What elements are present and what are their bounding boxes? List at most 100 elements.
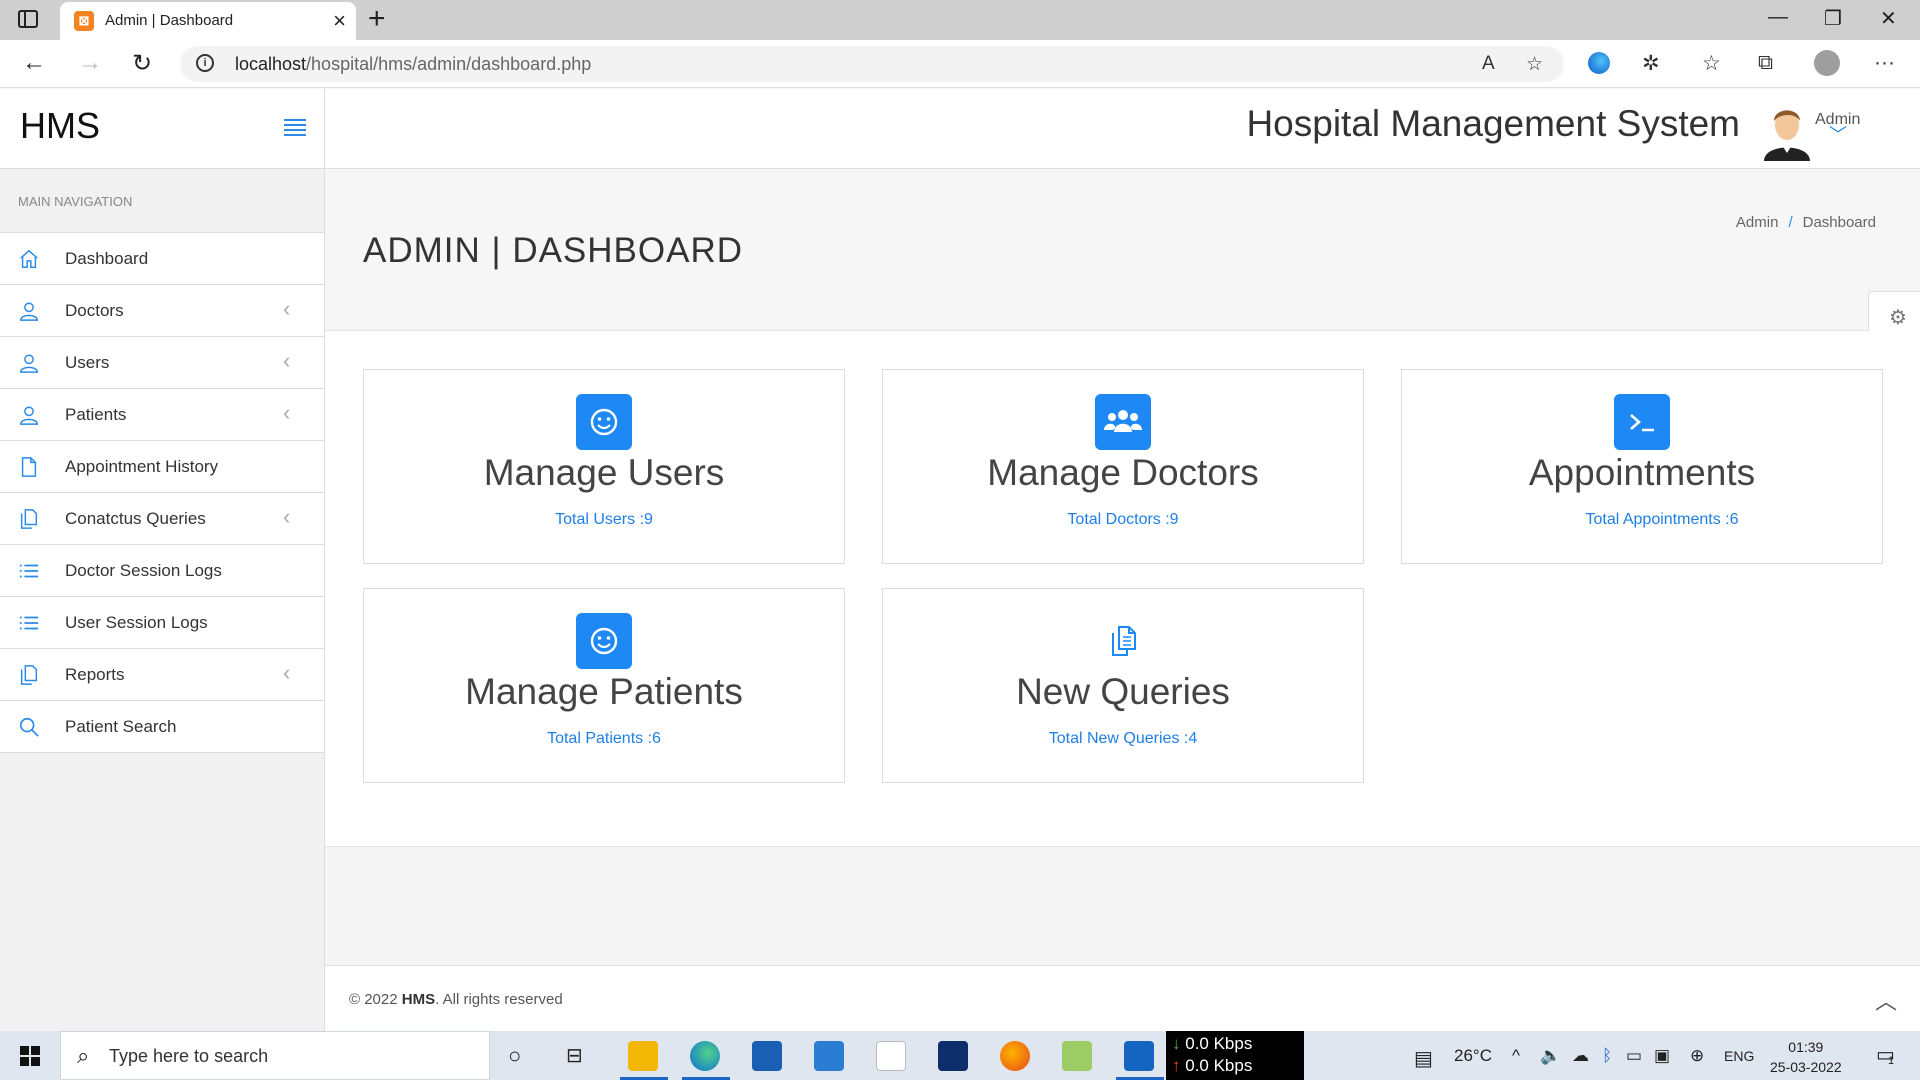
sidebar-item-reports[interactable]: Reports ‹ bbox=[0, 649, 324, 701]
temperature[interactable]: 26°C bbox=[1454, 1046, 1492, 1066]
add-favorite-icon[interactable]: ☆ bbox=[1526, 53, 1543, 76]
clock[interactable]: 01:39 25-03-2022 bbox=[1770, 1037, 1842, 1077]
files-icon bbox=[20, 509, 38, 529]
clock-time: 01:39 bbox=[1788, 1039, 1824, 1055]
card-title: Appointments bbox=[1528, 452, 1756, 493]
card-new-queries: New Queries Total New Queries :4 bbox=[882, 588, 1364, 783]
card-title: Manage Patients bbox=[465, 671, 743, 712]
sidebar-item-user-session-logs[interactable]: User Session Logs bbox=[0, 597, 324, 649]
microsoft-store-icon[interactable] bbox=[752, 1041, 782, 1071]
file-explorer-icon[interactable] bbox=[628, 1041, 658, 1071]
more-menu-icon[interactable]: ··· bbox=[1874, 51, 1895, 75]
dropbox-icon[interactable] bbox=[938, 1041, 968, 1071]
read-aloud-icon[interactable]: A bbox=[1482, 53, 1495, 75]
sidebar-item-patient-search[interactable]: Patient Search bbox=[0, 701, 324, 753]
site-info-icon[interactable]: i bbox=[196, 54, 214, 72]
sidebar-item-label: Patient Search bbox=[65, 717, 177, 736]
chevron-left-icon: ‹ bbox=[283, 660, 291, 685]
files-icon bbox=[20, 665, 38, 685]
sidebar: HMS MAIN NAVIGATION Dashboard Doctors ‹ … bbox=[0, 89, 325, 1031]
sidebar-item-patients[interactable]: Patients ‹ bbox=[0, 389, 324, 441]
volume-icon[interactable]: 🔈 bbox=[1540, 1046, 1561, 1066]
chevron-left-icon: ‹ bbox=[283, 348, 291, 373]
total-new-queries-link[interactable]: Total New Queries :4 bbox=[883, 730, 1363, 748]
chevron-down-icon[interactable]: ﹀ bbox=[1829, 121, 1847, 147]
forward-icon[interactable]: → bbox=[78, 49, 102, 77]
profile-avatar[interactable] bbox=[1814, 50, 1840, 76]
firefox-icon[interactable] bbox=[1000, 1041, 1030, 1071]
home-icon bbox=[20, 249, 38, 268]
card-manage-users: Manage Users Total Users :9 bbox=[363, 369, 845, 564]
chevron-left-icon: ‹ bbox=[283, 296, 291, 321]
card-manage-doctors: Manage Doctors Total Doctors :9 bbox=[882, 369, 1364, 564]
url-bar[interactable]: i localhost/hospital/hms/admin/dashboard… bbox=[180, 46, 1564, 82]
net-upload: ↑ 0.0 Kbps bbox=[1172, 1056, 1253, 1075]
battery-icon[interactable]: ▭ bbox=[1626, 1046, 1642, 1066]
card-title: Manage Doctors bbox=[987, 452, 1259, 493]
news-widget-icon[interactable]: ▤ bbox=[1414, 1046, 1433, 1071]
language-indicator[interactable]: ENG bbox=[1724, 1048, 1754, 1064]
sidebar-item-appointment-history[interactable]: Appointment History bbox=[0, 441, 324, 493]
notification-count: 1 bbox=[1888, 1055, 1895, 1067]
tab-close-icon[interactable]: × bbox=[333, 8, 346, 34]
breadcrumb-item[interactable]: Admin bbox=[1736, 214, 1779, 231]
net-speed-meter: ↓ 0.0 Kbps ↑ 0.0 Kbps bbox=[1166, 1031, 1304, 1080]
total-doctors-link[interactable]: Total Doctors :9 bbox=[883, 511, 1363, 529]
edge-copilot-icon[interactable] bbox=[1588, 52, 1610, 74]
url-text[interactable]: localhost/hospital/hms/admin/dashboard.p… bbox=[235, 54, 591, 75]
page-heading-area: ADMIN | DASHBOARD Admin / Dashboard bbox=[325, 169, 1920, 331]
browser-tab[interactable]: ⊠ Admin | Dashboard × bbox=[60, 2, 356, 40]
restore-icon[interactable]: ❐ bbox=[1824, 6, 1842, 31]
onedrive-icon[interactable]: ☁ bbox=[1572, 1046, 1589, 1066]
bluetooth-icon[interactable]: ᛒ bbox=[1602, 1046, 1612, 1066]
windows-start-icon[interactable] bbox=[20, 1046, 40, 1066]
favorites-icon[interactable]: ☆ bbox=[1702, 51, 1721, 76]
scroll-top-icon[interactable]: ︿ bbox=[1875, 984, 1897, 1016]
collections-icon[interactable]: ⧉ bbox=[1758, 51, 1773, 75]
paint-icon[interactable] bbox=[1062, 1041, 1092, 1071]
sidebar-item-contactus-queries[interactable]: Conatctus Queries ‹ bbox=[0, 493, 324, 545]
sidebar-item-label: User Session Logs bbox=[65, 613, 208, 632]
window-close-icon[interactable]: ✕ bbox=[1880, 6, 1897, 31]
tab-actions-icon[interactable] bbox=[18, 10, 38, 28]
list-icon bbox=[19, 616, 39, 630]
nav-list: Dashboard Doctors ‹ Users ‹ Patients ‹ A… bbox=[0, 232, 324, 753]
sidebar-item-label: Patients bbox=[65, 405, 127, 424]
task-view-icon[interactable]: ⊟ bbox=[566, 1043, 583, 1068]
brand-logo[interactable]: HMS bbox=[20, 105, 100, 147]
minimize-icon[interactable]: — bbox=[1768, 6, 1788, 29]
total-appointments-link[interactable]: Total Appointments :6 bbox=[1422, 511, 1902, 529]
cortana-icon[interactable]: ○ bbox=[508, 1043, 521, 1069]
admin-avatar-icon[interactable] bbox=[1760, 101, 1814, 161]
copyright-text: © 2022 HMS. All rights reserved bbox=[349, 991, 563, 1008]
menu-toggle-icon[interactable] bbox=[284, 119, 306, 136]
amazon-icon[interactable] bbox=[876, 1041, 906, 1071]
dashboard-content: Manage Users Total Users :9 Manage Docto… bbox=[325, 331, 1920, 847]
edge-browser-icon[interactable] bbox=[690, 1041, 720, 1071]
total-patients-link[interactable]: Total Patients :6 bbox=[364, 730, 844, 748]
total-users-link[interactable]: Total Users :9 bbox=[364, 511, 844, 529]
sidebar-item-dashboard[interactable]: Dashboard bbox=[0, 233, 324, 285]
breadcrumb-item-current: Dashboard bbox=[1802, 214, 1876, 231]
sidebar-item-doctor-session-logs[interactable]: Doctor Session Logs bbox=[0, 545, 324, 597]
chevron-up-icon[interactable]: ^ bbox=[1512, 1046, 1520, 1066]
network-globe-icon[interactable]: ⊕ bbox=[1690, 1046, 1704, 1066]
sidebar-item-label: Dashboard bbox=[65, 249, 149, 268]
smile-icon bbox=[576, 394, 632, 450]
sidebar-item-label: Doctors bbox=[65, 301, 124, 320]
tab-title: Admin | Dashboard bbox=[105, 12, 234, 29]
photos-icon[interactable] bbox=[1124, 1041, 1154, 1071]
sidebar-item-doctors[interactable]: Doctors ‹ bbox=[0, 285, 324, 337]
sidebar-item-label: Reports bbox=[65, 665, 125, 684]
reload-icon[interactable]: ↻ bbox=[132, 49, 152, 78]
display-icon[interactable]: ▣ bbox=[1654, 1046, 1670, 1066]
taskbar-search-input[interactable]: ⌕ Type here to search bbox=[60, 1031, 490, 1080]
sidebar-item-users[interactable]: Users ‹ bbox=[0, 337, 324, 389]
windows-taskbar: ⌕ Type here to search ○ ⊟ ↓ 0.0 Kbps ↑ 0… bbox=[0, 1031, 1920, 1080]
extensions-icon[interactable]: ✲ bbox=[1642, 51, 1660, 76]
breadcrumb: Admin / Dashboard bbox=[1736, 214, 1876, 231]
new-tab-icon[interactable]: + bbox=[368, 2, 386, 36]
mail-icon[interactable] bbox=[814, 1041, 844, 1071]
back-icon[interactable]: ← bbox=[22, 49, 46, 77]
nav-heading: MAIN NAVIGATION bbox=[18, 194, 133, 209]
